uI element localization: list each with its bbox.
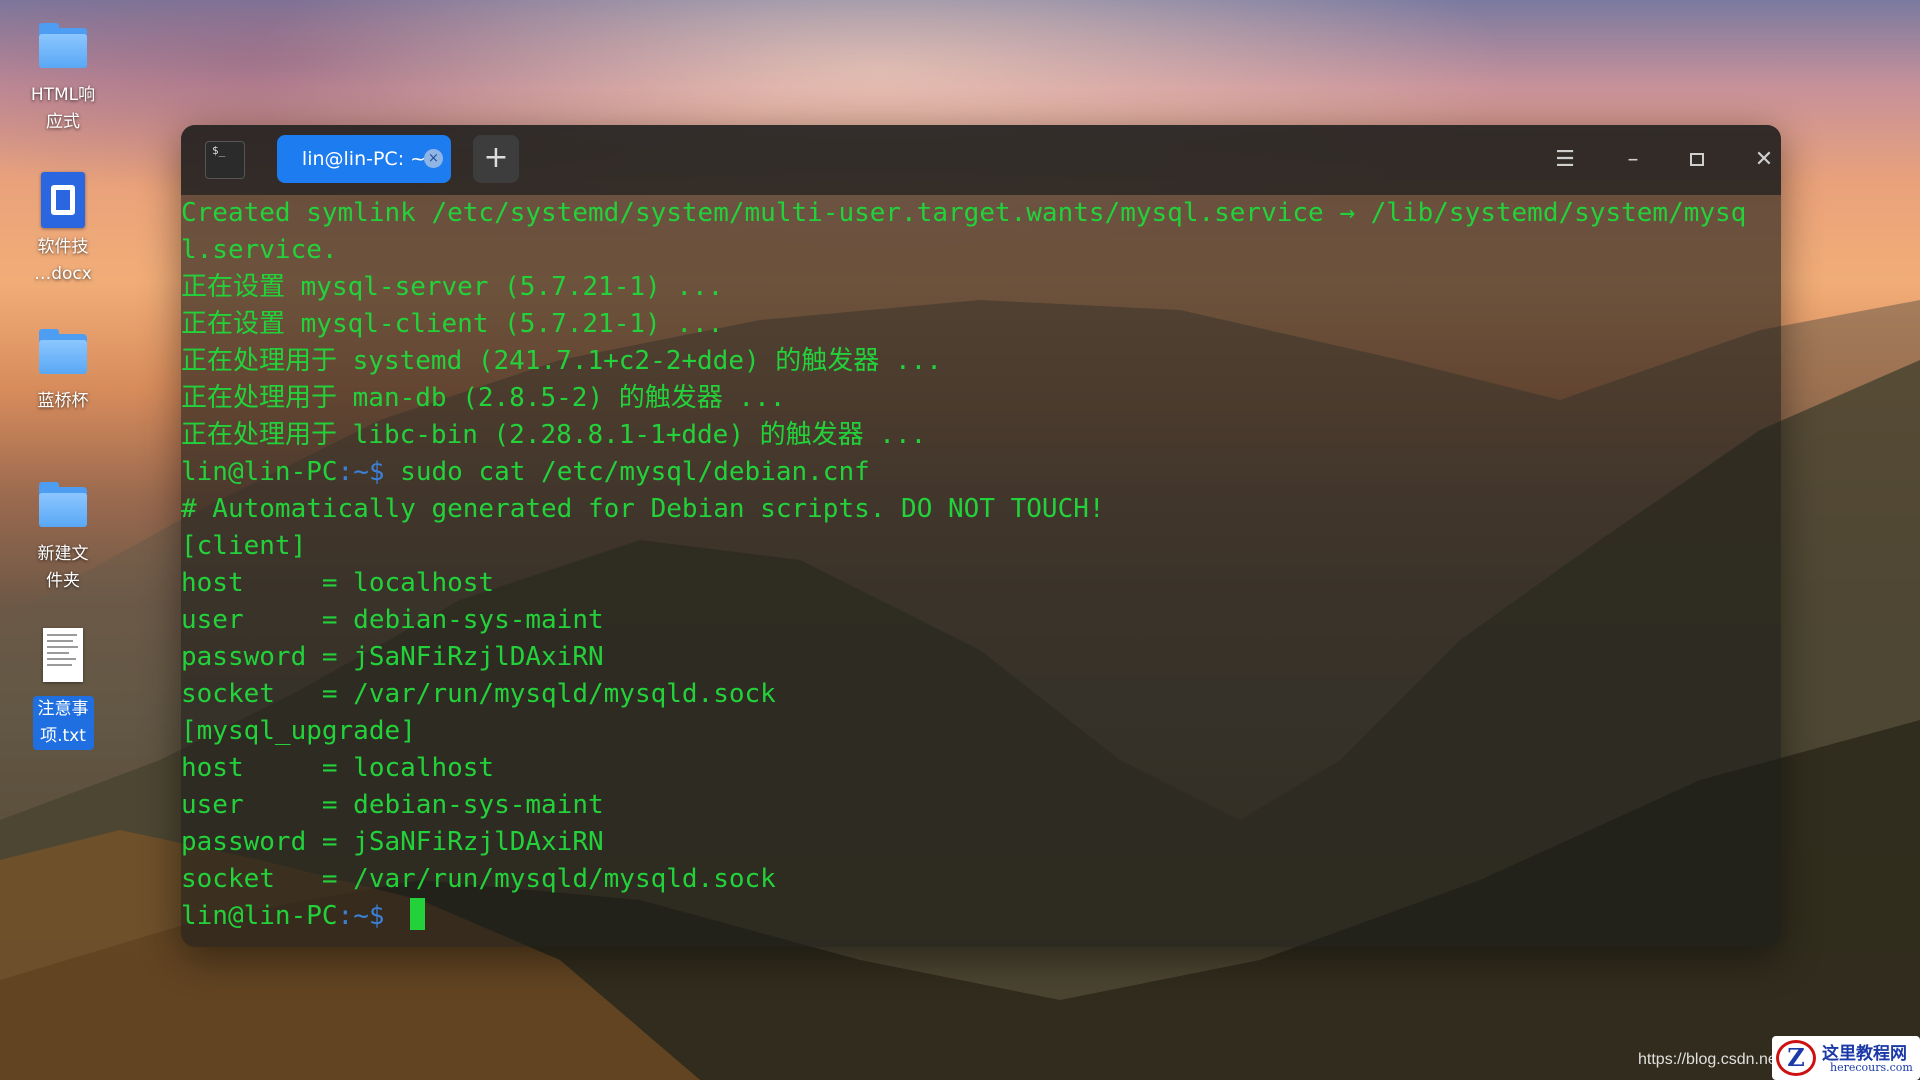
watermark-logo-en: herecours.com xyxy=(1830,1061,1913,1074)
desktop-icon-label: 蓝桥杯 xyxy=(37,391,89,411)
desktop-icon-notes-txt[interactable]: 注意事 项.txt xyxy=(20,628,106,750)
minimize-button[interactable]: – xyxy=(1616,143,1650,177)
hamburger-menu-icon[interactable]: ☰ xyxy=(1548,143,1582,177)
terminal-cursor xyxy=(410,898,426,930)
prompt-user: lin@lin-PC xyxy=(181,457,338,487)
terminal-line: host = localhost xyxy=(181,753,495,783)
tab-title: lin@lin-PC: ~ xyxy=(301,148,427,170)
folder-icon xyxy=(37,20,89,72)
prompt-symbol: $ xyxy=(368,457,401,487)
prompt-path: :~ xyxy=(337,901,369,931)
desktop-icon-new-folder[interactable]: 新建文 件夹 xyxy=(20,479,106,595)
terminal-line: [client] xyxy=(181,531,307,561)
watermark-url: https://blog.csdn.ne xyxy=(1638,1051,1777,1068)
terminal-prompt-line: lin@lin-PC:~$ xyxy=(181,898,426,935)
terminal-line: user = debian-sys-maint xyxy=(181,605,604,635)
terminal-line: 正在设置 mysql-client (5.7.21-1) ... xyxy=(181,309,724,339)
tab-close-icon[interactable]: × xyxy=(424,149,443,168)
terminal-line: 正在处理用于 systemd (241.7.1+c2-2+dde) 的触发器 .… xyxy=(181,346,942,376)
maximize-icon xyxy=(1690,153,1704,166)
terminal-line: socket = /var/run/mysqld/mysqld.sock xyxy=(181,679,776,709)
terminal-line: user = debian-sys-maint xyxy=(181,790,604,820)
terminal-line: 正在设置 mysql-server (5.7.21-1) ... xyxy=(181,272,724,302)
txt-file-icon xyxy=(37,628,89,686)
folder-icon xyxy=(37,326,89,378)
docx-icon xyxy=(37,172,89,228)
prompt-user: lin@lin-PC xyxy=(181,901,338,931)
tab-active[interactable]: lin@lin-PC: ~ × xyxy=(277,135,451,183)
desktop-icon-label: HTML响 应式 xyxy=(30,85,96,132)
desktop-icon-docx-file[interactable]: 软件技 …docx xyxy=(20,172,106,288)
maximize-button[interactable] xyxy=(1681,143,1715,177)
desktop-icon-label: 新建文 件夹 xyxy=(37,544,89,591)
close-button[interactable]: ✕ xyxy=(1747,143,1781,177)
prompt-path: :~ xyxy=(337,457,369,487)
terminal-window[interactable]: $_ lin@lin-PC: ~ × + ☰ – ✕ Created symli… xyxy=(181,125,1781,947)
add-tab-button[interactable]: + xyxy=(473,135,519,183)
prompt-command: sudo cat /etc/mysql/debian.cnf xyxy=(400,457,870,487)
terminal-line: 正在处理用于 libc-bin (2.28.8.1-1+dde) 的触发器 ..… xyxy=(181,420,927,450)
terminal-line: socket = /var/run/mysqld/mysqld.sock xyxy=(181,864,776,894)
terminal-prompt-line: lin@lin-PC:~$ sudo cat /etc/mysql/debian… xyxy=(181,454,870,491)
terminal-app-icon-text: $_ xyxy=(212,144,226,157)
terminal-line: 正在处理用于 man-db (2.8.5-2) 的触发器 ... xyxy=(181,383,786,413)
terminal-app-icon[interactable]: $_ xyxy=(205,141,245,179)
watermark-logo-mark: Z xyxy=(1776,1040,1816,1076)
terminal-line: [mysql_upgrade] xyxy=(181,716,416,746)
prompt-symbol: $ xyxy=(368,901,401,931)
terminal-line: password = jSaNFiRzjlDAxiRN xyxy=(181,827,604,857)
terminal-line: # Automatically generated for Debian scr… xyxy=(181,494,1105,524)
folder-icon xyxy=(37,479,89,531)
terminal-titlebar[interactable]: $_ lin@lin-PC: ~ × + ☰ – ✕ xyxy=(181,125,1781,195)
terminal-line: Created symlink /etc/systemd/system/mult… xyxy=(181,198,1747,228)
desktop-icon-html-folder[interactable]: HTML响 应式 xyxy=(20,20,106,136)
watermark-logo: Z 这里教程网 herecours.com xyxy=(1772,1036,1920,1080)
terminal-line: password = jSaNFiRzjlDAxiRN xyxy=(181,642,604,672)
terminal-line: l.service. xyxy=(181,235,338,265)
desktop-icon-lanqiao-folder[interactable]: 蓝桥杯 xyxy=(20,326,106,415)
terminal-line: host = localhost xyxy=(181,568,495,598)
terminal-output[interactable]: Created symlink /etc/systemd/system/mult… xyxy=(181,195,1781,947)
desktop-icon-label: 软件技 …docx xyxy=(34,237,92,284)
desktop-wallpaper: HTML响 应式 软件技 …docx 蓝桥杯 新建文 件夹 注意事 项.txt … xyxy=(0,0,1920,1080)
desktop-icon-label: 注意事 项.txt xyxy=(32,696,94,750)
